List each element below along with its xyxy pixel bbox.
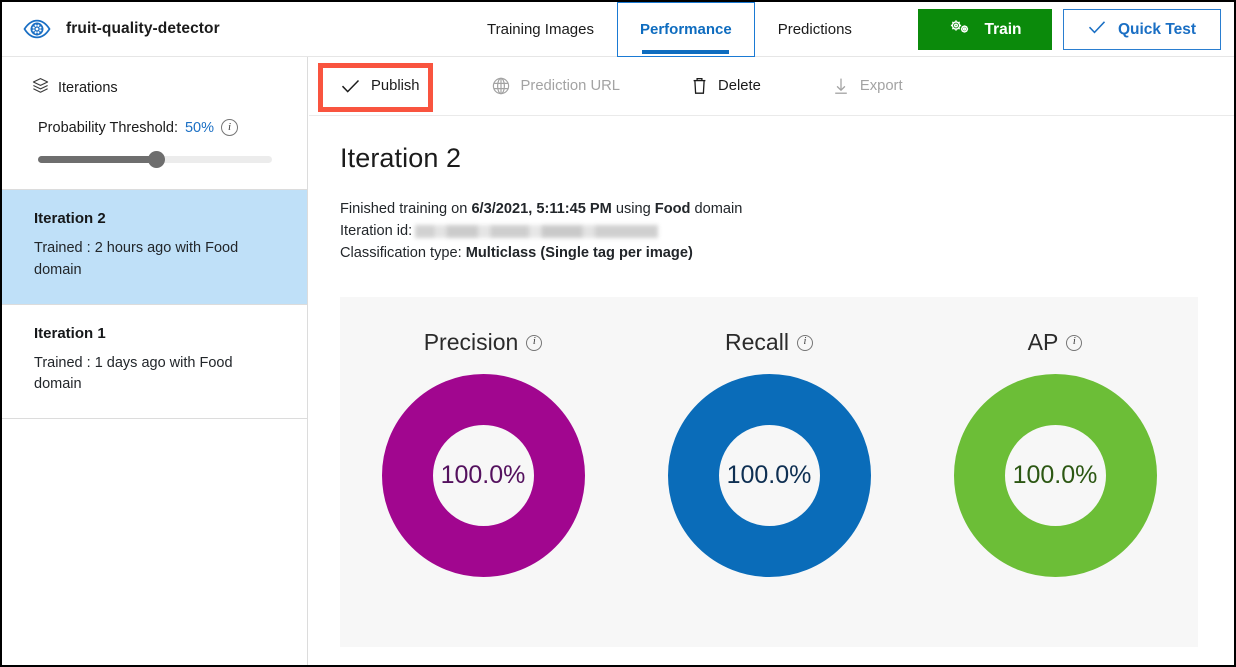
globe-icon (492, 77, 510, 95)
export-label: Export (860, 78, 903, 94)
precision-value: 100.0% (381, 373, 586, 578)
page-title: Iteration 2 (340, 143, 1234, 174)
topbar-actions: Train Quick Test (918, 9, 1221, 50)
recall-label-row: Recall i (725, 329, 813, 356)
finished-training-mid: using (612, 201, 655, 217)
ap-donut-chart: 100.0% (953, 373, 1158, 578)
iteration-id-label: Iteration id: (340, 223, 412, 239)
iteration-details: Iteration 2 Finished training on 6/3/202… (309, 116, 1234, 265)
slider-fill (38, 156, 158, 163)
download-icon (833, 77, 849, 95)
command-bar: Publish Prediction URL (309, 57, 1234, 116)
tab-training-images[interactable]: Training Images (464, 2, 617, 57)
delete-label: Delete (718, 78, 761, 94)
train-button-label: Train (984, 21, 1021, 39)
checkmark-icon (341, 79, 360, 93)
gears-icon (948, 18, 972, 41)
iteration-description: Trained : 1 days ago with Food domain (34, 353, 252, 397)
probability-threshold-label-row: Probability Threshold: 50% i (38, 119, 271, 136)
classification-type-line: Classification type: Multiclass (Single … (340, 242, 1234, 264)
finished-training-suffix: domain (690, 201, 742, 217)
precision-donut-chart: 100.0% (381, 373, 586, 578)
nav-tabs: Training Images Performance Predictions (464, 2, 875, 57)
slider-thumb[interactable] (148, 151, 165, 168)
metrics-panel: Precision i 100.0% Recall i (340, 297, 1198, 647)
recall-donut-chart: 100.0% (667, 373, 872, 578)
classification-type-label: Classification type: (340, 245, 466, 261)
iteration-name: Iteration 1 (34, 325, 279, 342)
iteration-metadata: Finished training on 6/3/2021, 5:11:45 P… (340, 198, 1234, 265)
finished-training-domain: Food (655, 201, 691, 217)
info-icon[interactable]: i (526, 335, 542, 351)
recall-metric: Recall i 100.0% (626, 297, 912, 647)
iteration-id-line: Iteration id: (340, 220, 1234, 242)
sidebar: Iterations Probability Threshold: 50% i … (2, 57, 308, 665)
iteration-list-item-1[interactable]: Iteration 1 Trained : 1 days ago with Fo… (2, 305, 307, 420)
iteration-id-value-redacted (415, 225, 658, 238)
top-navigation-bar: fruit-quality-detector Training Images P… (2, 2, 1234, 57)
ap-label: AP (1028, 329, 1059, 356)
probability-threshold-value: 50% (185, 120, 214, 136)
probability-threshold-slider[interactable] (38, 151, 272, 167)
ap-metric: AP i 100.0% (912, 297, 1198, 647)
probability-threshold-label: Probability Threshold: (38, 120, 178, 136)
tab-performance[interactable]: Performance (617, 2, 755, 57)
recall-label: Recall (725, 329, 789, 356)
quick-test-button-label: Quick Test (1118, 21, 1196, 39)
project-title: fruit-quality-detector (66, 20, 220, 38)
ap-label-row: AP i (1028, 329, 1083, 356)
main-content: Publish Prediction URL (309, 57, 1234, 665)
precision-metric: Precision i 100.0% (340, 297, 626, 647)
finished-training-line: Finished training on 6/3/2021, 5:11:45 P… (340, 198, 1234, 220)
iterations-header-label: Iterations (58, 80, 118, 96)
iteration-description: Trained : 2 hours ago with Food domain (34, 238, 252, 282)
info-icon[interactable]: i (797, 335, 813, 351)
quick-test-button[interactable]: Quick Test (1063, 9, 1221, 50)
tab-predictions[interactable]: Predictions (755, 2, 875, 57)
finished-training-date: 6/3/2021, 5:11:45 PM (471, 201, 611, 217)
info-icon[interactable]: i (1066, 335, 1082, 351)
export-button[interactable]: Export (823, 70, 925, 103)
iteration-list-item-2[interactable]: Iteration 2 Trained : 2 hours ago with F… (2, 190, 307, 305)
recall-value: 100.0% (667, 373, 872, 578)
finished-training-prefix: Finished training on (340, 201, 471, 217)
train-button[interactable]: Train (918, 9, 1052, 50)
delete-button[interactable]: Delete (682, 70, 783, 103)
iteration-name: Iteration 2 (34, 210, 279, 227)
custom-vision-performance-page: fruit-quality-detector Training Images P… (0, 0, 1236, 667)
brand-area: fruit-quality-detector (2, 2, 220, 56)
publish-button[interactable]: Publish (331, 70, 442, 103)
publish-label: Publish (371, 78, 420, 94)
iterations-header: Iterations (2, 57, 307, 99)
prediction-url-button[interactable]: Prediction URL (482, 70, 643, 103)
info-icon[interactable]: i (221, 119, 238, 136)
metrics-row: Precision i 100.0% Recall i (340, 297, 1198, 647)
eye-gear-icon (22, 14, 52, 44)
precision-label: Precision (424, 329, 519, 356)
trash-icon (692, 77, 707, 95)
layers-icon (32, 77, 49, 99)
probability-threshold-block: Probability Threshold: 50% i (2, 99, 307, 167)
precision-label-row: Precision i (424, 329, 543, 356)
checkmark-icon (1088, 20, 1106, 39)
ap-value: 100.0% (953, 373, 1158, 578)
prediction-url-label: Prediction URL (521, 78, 621, 94)
classification-type-value: Multiclass (Single tag per image) (466, 245, 693, 261)
